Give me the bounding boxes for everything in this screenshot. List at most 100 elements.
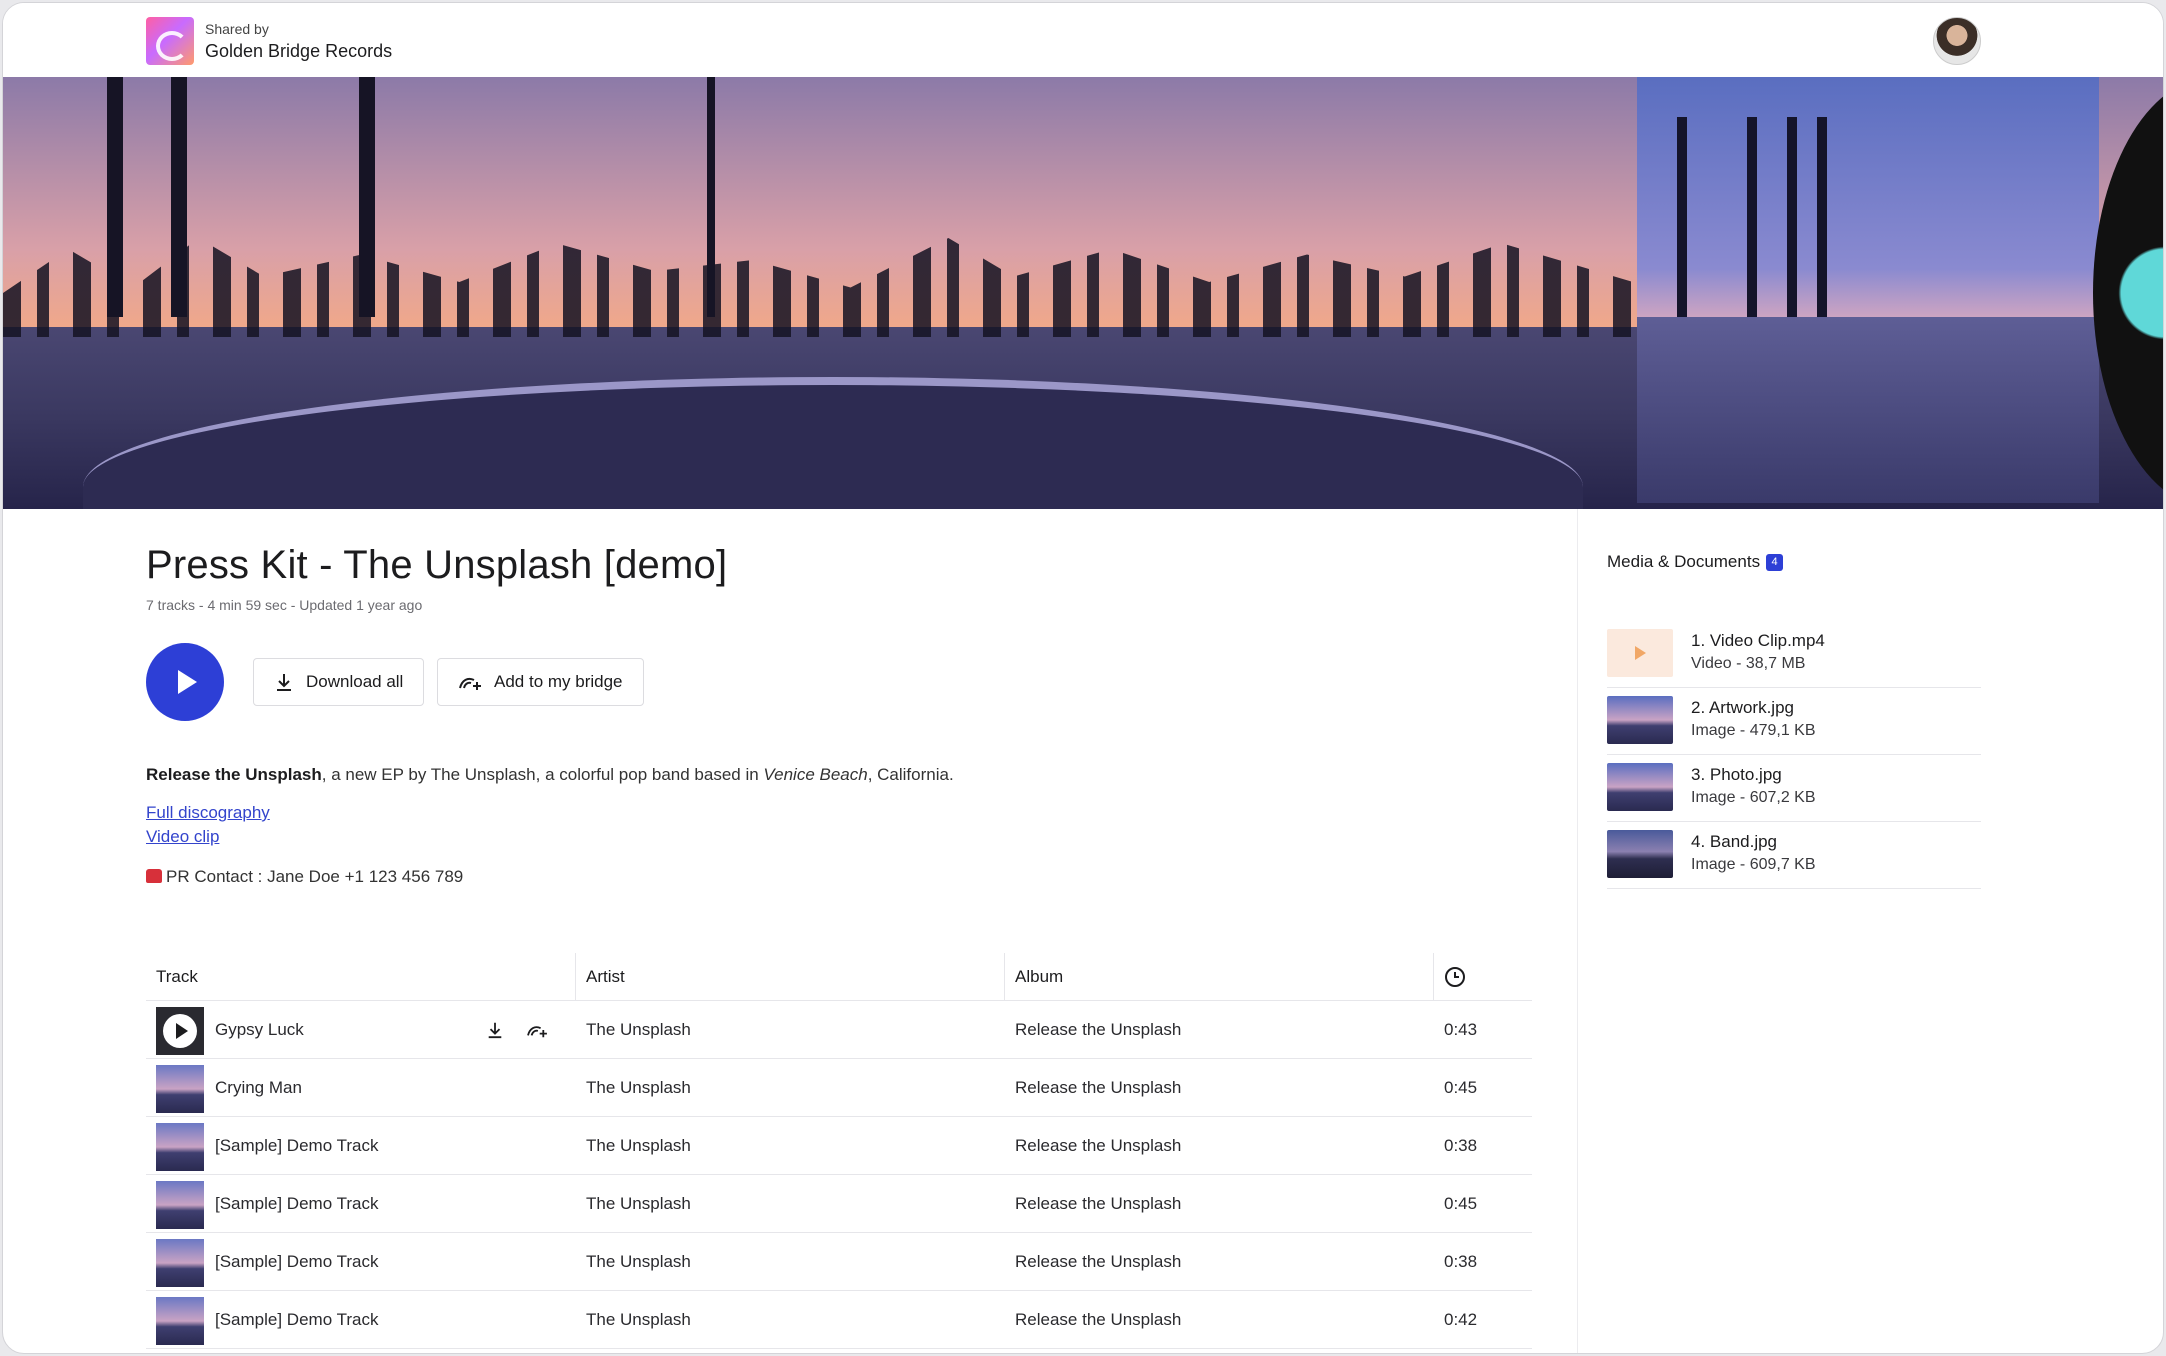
media-list: 1. Video Clip.mp4 Video - 38,7 MB 2. Art… xyxy=(1607,621,1981,889)
column-header-duration[interactable] xyxy=(1433,953,1532,1001)
sidebar-divider xyxy=(1577,509,1578,1353)
media-name[interactable]: 3. Photo.jpg xyxy=(1691,765,1782,785)
album-cover-art xyxy=(1637,77,2099,503)
description-text: , a new EP by The Unsplash, a colorful p… xyxy=(321,765,764,784)
company-logo[interactable] xyxy=(146,17,194,65)
media-item[interactable]: 1. Video Clip.mp4 Video - 38,7 MB xyxy=(1607,621,1981,688)
cover-palm xyxy=(1787,117,1797,317)
description-ep-name: Release the Unsplash xyxy=(146,765,322,784)
media-info: Image - 479,1 KB xyxy=(1691,722,1816,739)
palm-tree xyxy=(359,77,375,317)
table-row[interactable]: [Sample] Demo Track The Unsplash Release… xyxy=(146,1291,1532,1349)
track-thumbnail[interactable] xyxy=(156,1181,204,1229)
table-row[interactable]: Crying Man The Unsplash Release the Unsp… xyxy=(146,1059,1532,1117)
cover-ground xyxy=(1637,317,2099,503)
play-icon xyxy=(178,670,197,694)
image-thumbnail[interactable] xyxy=(1607,696,1673,744)
track-album[interactable]: Release the Unsplash xyxy=(1015,1059,1181,1117)
description-text-end: , California. xyxy=(867,765,954,784)
media-documents-title: Media & Documents xyxy=(1607,552,1761,571)
banner-crowd-silhouette xyxy=(3,238,1633,337)
download-icon xyxy=(277,674,291,691)
hero-banner xyxy=(3,77,2163,509)
track-duration: 0:45 xyxy=(1444,1078,1478,1097)
track-artist[interactable]: The Unsplash xyxy=(586,1059,691,1117)
lamp-post xyxy=(707,77,715,317)
cover-palm xyxy=(1747,117,1757,317)
column-header-artist[interactable]: Artist xyxy=(575,953,1004,1001)
palm-tree xyxy=(171,77,187,317)
palm-tree xyxy=(107,77,123,317)
telephone-icon xyxy=(146,869,162,883)
download-icon[interactable] xyxy=(486,1021,504,1039)
video-clip-link[interactable]: Video clip xyxy=(146,827,219,847)
track-artist[interactable]: The Unsplash xyxy=(586,1001,691,1059)
column-header-track[interactable]: Track xyxy=(146,953,575,1001)
media-name[interactable]: 4. Band.jpg xyxy=(1691,832,1777,852)
media-documents-heading: Media & Documents 4 xyxy=(1607,552,1784,572)
track-duration: 0:45 xyxy=(1444,1194,1478,1213)
bridge-add-icon xyxy=(459,677,481,690)
track-title: [Sample] Demo Track xyxy=(215,1252,379,1271)
table-row-partial[interactable] xyxy=(146,1349,1532,1353)
play-all-button[interactable] xyxy=(146,643,224,721)
media-name[interactable]: 1. Video Clip.mp4 xyxy=(1691,631,1825,651)
track-duration: 0:43 xyxy=(1444,1020,1478,1039)
shared-by-label: Shared by xyxy=(205,21,269,37)
media-item[interactable]: 3. Photo.jpg Image - 607,2 KB xyxy=(1607,755,1981,822)
media-name[interactable]: 2. Artwork.jpg xyxy=(1691,698,1794,718)
media-info: Image - 607,2 KB xyxy=(1691,789,1816,806)
track-artist[interactable]: The Unsplash xyxy=(586,1175,691,1233)
track-play-button[interactable] xyxy=(156,1007,204,1055)
table-row[interactable]: [Sample] Demo Track The Unsplash Release… xyxy=(146,1175,1532,1233)
track-title: Crying Man xyxy=(215,1078,302,1097)
track-actions xyxy=(486,1001,548,1059)
image-thumbnail[interactable] xyxy=(1607,763,1673,811)
media-info: Video - 38,7 MB xyxy=(1691,655,1806,672)
media-item[interactable]: 2. Artwork.jpg Image - 479,1 KB xyxy=(1607,688,1981,755)
track-duration: 0:42 xyxy=(1444,1310,1478,1329)
video-thumbnail[interactable] xyxy=(1607,629,1673,677)
track-album[interactable]: Release the Unsplash xyxy=(1015,1001,1181,1059)
track-album[interactable]: Release the Unsplash xyxy=(1015,1291,1181,1349)
column-header-album[interactable]: Album xyxy=(1004,953,1433,1001)
description: Release the Unsplash, a new EP by The Un… xyxy=(146,765,954,785)
track-title: [Sample] Demo Track xyxy=(215,1136,379,1155)
track-artist[interactable]: The Unsplash xyxy=(586,1291,691,1349)
media-info: Image - 609,7 KB xyxy=(1691,856,1816,873)
table-row[interactable]: [Sample] Demo Track The Unsplash Release… xyxy=(146,1117,1532,1175)
table-row[interactable]: [Sample] Demo Track The Unsplash Release… xyxy=(146,1233,1532,1291)
track-duration: 0:38 xyxy=(1444,1252,1478,1271)
pr-contact: PR Contact : Jane Doe +1 123 456 789 xyxy=(146,867,463,887)
table-header: Track Artist Album xyxy=(146,953,1532,1001)
track-thumbnail[interactable] xyxy=(156,1065,204,1113)
track-duration: 0:38 xyxy=(1444,1136,1478,1155)
full-discography-link[interactable]: Full discography xyxy=(146,803,270,823)
track-thumbnail[interactable] xyxy=(156,1297,204,1345)
track-title: [Sample] Demo Track xyxy=(215,1194,379,1213)
add-to-bridge-button[interactable]: Add to my bridge xyxy=(437,658,644,706)
description-location: Venice Beach xyxy=(763,765,868,784)
track-artist[interactable]: The Unsplash xyxy=(586,1117,691,1175)
track-album[interactable]: Release the Unsplash xyxy=(1015,1175,1181,1233)
image-thumbnail[interactable] xyxy=(1607,830,1673,878)
cover-palm xyxy=(1677,117,1687,317)
track-artist[interactable]: The Unsplash xyxy=(586,1233,691,1291)
top-bar: Shared by Golden Bridge Records xyxy=(3,3,2163,77)
track-thumbnail[interactable] xyxy=(156,1123,204,1171)
table-row[interactable]: Gypsy Luck The Unsplash Release the Unsp… xyxy=(146,1001,1532,1059)
media-item[interactable]: 4. Band.jpg Image - 609,7 KB xyxy=(1607,822,1981,889)
download-all-label: Download all xyxy=(306,672,404,691)
company-name[interactable]: Golden Bridge Records xyxy=(205,41,392,62)
track-album[interactable]: Release the Unsplash xyxy=(1015,1233,1181,1291)
track-album[interactable]: Release the Unsplash xyxy=(1015,1117,1181,1175)
clock-icon xyxy=(1445,967,1465,987)
app-window: Shared by Golden Bridge Records Press Ki… xyxy=(2,2,2164,1354)
user-avatar[interactable] xyxy=(1933,17,1981,65)
playlist-meta: 7 tracks - 4 min 59 sec - Updated 1 year… xyxy=(146,597,423,613)
download-all-button[interactable]: Download all xyxy=(253,658,425,706)
page-title: Press Kit - The Unsplash [demo] xyxy=(146,543,728,587)
bridge-add-icon[interactable] xyxy=(526,1021,548,1039)
track-thumbnail[interactable] xyxy=(156,1239,204,1287)
pr-contact-text: PR Contact : Jane Doe +1 123 456 789 xyxy=(166,867,464,886)
